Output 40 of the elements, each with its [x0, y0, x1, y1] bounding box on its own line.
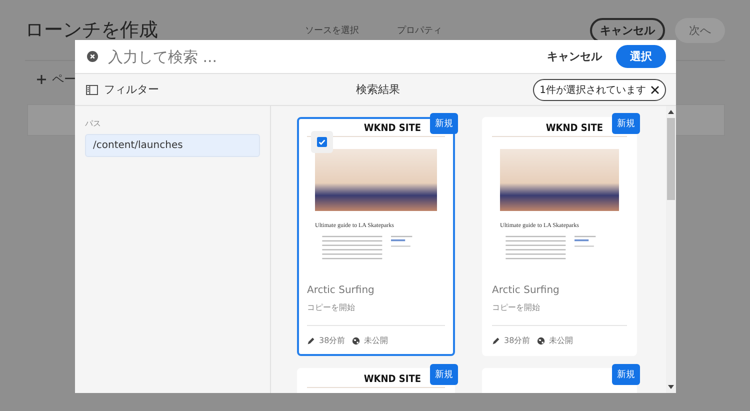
card-subtitle: コピーを開始	[307, 302, 356, 313]
path-label: パス	[85, 118, 101, 129]
checkbox[interactable]	[317, 137, 327, 147]
new-badge: 新規	[430, 113, 458, 134]
add-page-link[interactable]: ペー	[52, 71, 76, 88]
publish-status: 未公開	[549, 335, 574, 346]
scroll-up-icon[interactable]	[668, 110, 674, 114]
scrollbar-track[interactable]	[666, 106, 676, 393]
globe-icon	[537, 336, 546, 344]
pencil-icon	[492, 336, 500, 344]
modified-time: 38分前	[504, 335, 530, 346]
clear-icon[interactable]	[87, 51, 98, 62]
path-field[interactable]: /content/launches	[85, 134, 260, 157]
site-logo: WKND SITE	[364, 123, 421, 134]
pencil-icon	[307, 336, 315, 344]
scroll-down-icon[interactable]	[668, 385, 674, 389]
wizard-step[interactable]: ソースを選択	[305, 24, 359, 36]
sidebar-icon	[86, 84, 98, 94]
select-button[interactable]: 選択	[616, 45, 666, 68]
card-title: Arctic Surfing	[307, 285, 376, 296]
site-logo: WKND SITE	[364, 374, 421, 385]
wizard-step[interactable]: プロパティ	[397, 24, 442, 36]
close-icon	[651, 86, 659, 94]
cancel-button[interactable]: キャンセル	[543, 47, 606, 66]
new-badge: 新規	[612, 113, 640, 134]
modified-time: 38分前	[319, 335, 346, 346]
filter-button[interactable]: フィルター	[86, 82, 159, 97]
new-badge: 新規	[430, 364, 458, 385]
scrollbar-thumb[interactable]	[667, 118, 675, 200]
globe-icon	[352, 336, 360, 344]
publish-status: 未公開	[364, 335, 388, 346]
site-logo: WKND SITE	[546, 123, 603, 134]
card-subtitle: コピーを開始	[492, 302, 541, 313]
new-badge: 新規	[612, 364, 640, 385]
card-title: Arctic Surfing	[492, 285, 560, 296]
selection-chip[interactable]: 1件が選択されています	[532, 78, 666, 100]
results-title: 検索結果	[356, 82, 400, 97]
plus-icon	[37, 75, 46, 84]
search-field[interactable]: 入力して検索 ...	[106, 46, 543, 66]
page-title: ローンチを作成	[25, 18, 159, 43]
